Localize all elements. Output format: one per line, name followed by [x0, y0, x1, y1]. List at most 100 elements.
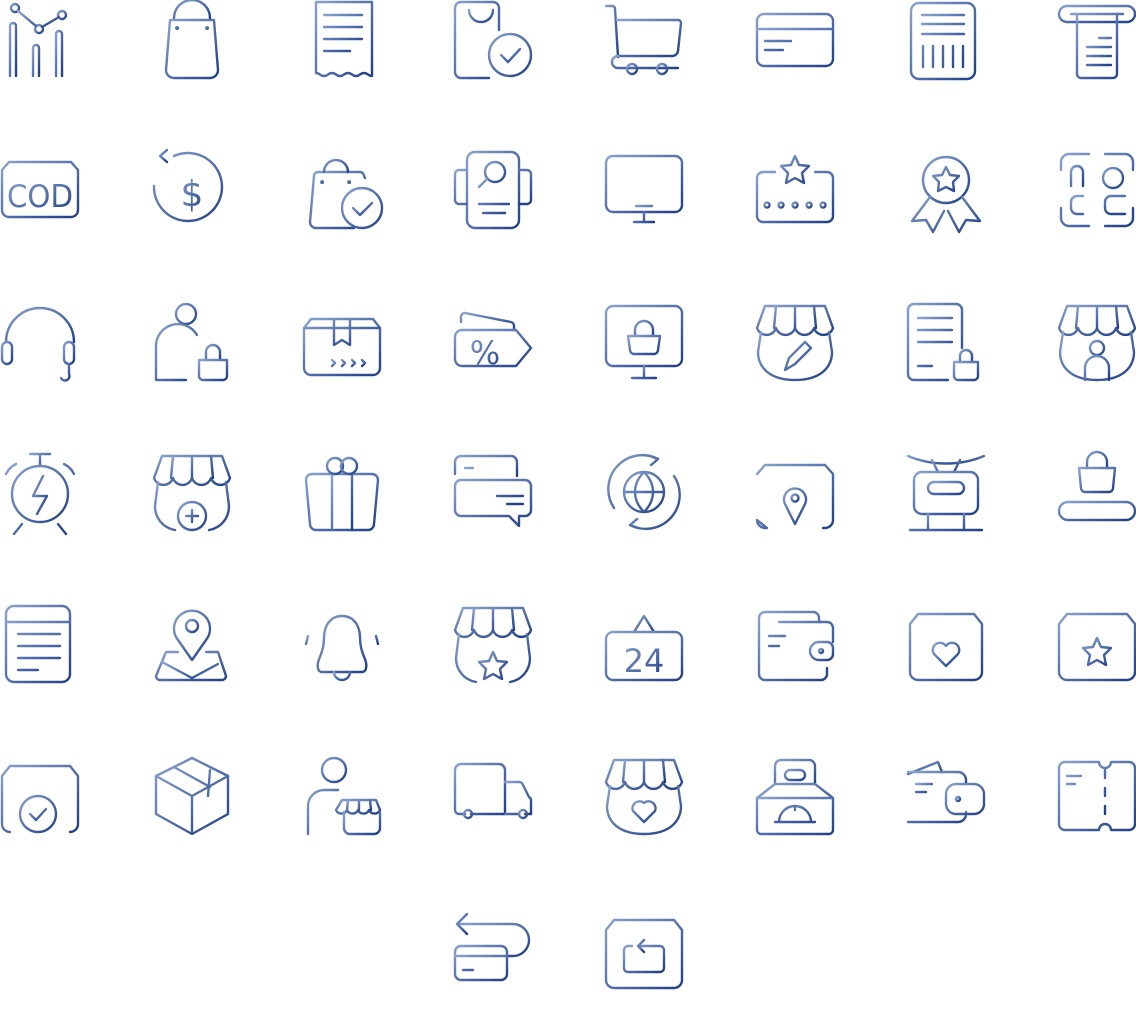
box-star-icon: Box star: [1057, 604, 1136, 684]
monitor-icon-graphic: [604, 154, 684, 224]
bell-icon-graphic: [304, 604, 380, 682]
notes-icon: Notes: [0, 604, 80, 684]
store-heart-icon-graphic: [604, 758, 684, 836]
shopping-bag-icon: Shopping bag: [152, 0, 232, 80]
notes-icon-graphic: [4, 604, 72, 684]
gift-icon-graphic: [304, 456, 380, 532]
map-pin-icon-graphic: [154, 609, 228, 682]
ticket-icon-graphic: [1057, 760, 1136, 832]
wallet-icon: Wallet: [755, 604, 835, 684]
store-user-icon-graphic: [1057, 304, 1136, 382]
document-basket-icon: Document basket: [906, 302, 986, 382]
qr-scan-icon: QR scan: [1057, 150, 1136, 230]
refund-dollar-icon-graphic: $: [152, 148, 224, 223]
shopping-bag-icon-graphic: [164, 0, 220, 80]
invoice-barcode-icon-graphic: [909, 1, 977, 81]
monitor-icon: Monitor: [604, 150, 684, 230]
svg-text:%: %: [470, 334, 500, 372]
delivery-truck-icon-graphic: [453, 762, 533, 830]
document-basket-icon-graphic: [906, 302, 980, 382]
headset-icon-graphic: [0, 306, 76, 382]
store-user-icon: Store user: [1057, 302, 1136, 382]
user-basket-icon: User basket: [152, 302, 232, 382]
store-add-icon: Store add: [152, 452, 232, 532]
box-star-icon-graphic: [1057, 612, 1136, 682]
weighing-scale-icon-graphic: [906, 454, 986, 532]
bell-icon: Notification bell: [302, 604, 382, 684]
shopping-cart-icon: Shopping cart: [604, 0, 684, 80]
ticket-icon: Ticket coupon: [1057, 756, 1136, 836]
svg-text:$: $: [181, 174, 204, 215]
refund-dollar-icon: $Refund dollar: [152, 148, 232, 230]
cardboard-box-icon: Cardboard box: [152, 756, 232, 836]
global-sync-icon-graphic: [607, 454, 681, 530]
receipt-printer-icon-graphic: [1057, 4, 1136, 80]
rating-password-icon: Rating card: [755, 150, 835, 230]
wallet-icon-graphic: [757, 610, 835, 682]
receipt-icon: Receipt: [302, 0, 382, 80]
shopping-cart-icon-graphic: [604, 4, 683, 76]
global-sync-icon: Global sync: [604, 452, 684, 532]
discount-tag-icon-graphic: %: [453, 311, 533, 372]
box-heart-icon-graphic: [908, 612, 984, 682]
rating-password-icon-graphic: [755, 154, 835, 224]
user-store-icon: User store: [302, 756, 382, 836]
wallet-flag-icon-graphic: [906, 756, 986, 836]
card-return-icon-graphic: [453, 912, 531, 982]
wallet-flag-icon: Wallet payment: [906, 756, 986, 836]
shopping-bag-check-icon-graphic: [308, 158, 384, 230]
box-heart-icon: Box heart: [906, 604, 986, 684]
svg-text:24: 24: [624, 642, 665, 680]
card-chat-icon: Card chat: [453, 452, 533, 532]
product-search-icon-graphic: [453, 150, 533, 230]
store-edit-icon: Store edit: [755, 302, 835, 382]
weighing-scale-icon: Weighing scale: [906, 452, 986, 532]
store-heart-icon: Store heart: [604, 756, 684, 836]
conveyor-basket-icon-graphic: [1057, 450, 1136, 522]
invoice-barcode-icon: Invoice barcode: [906, 0, 986, 81]
box-location-icon-graphic: [755, 463, 835, 530]
bag-check-icon-graphic: [453, 0, 533, 80]
package-delivery-icon-graphic: [302, 317, 382, 377]
cardboard-box-icon-graphic: [154, 756, 230, 836]
box-check-icon-graphic: [0, 764, 80, 834]
receipt-icon-graphic: [314, 0, 374, 78]
flash-alarm-icon: Flash sale alarm: [0, 452, 80, 536]
credit-card-icon-graphic: [755, 12, 835, 68]
card-chat-icon-graphic: [453, 454, 533, 528]
user-store-icon-graphic: [306, 756, 382, 836]
cod-icon-graphic: COD: [0, 160, 80, 219]
qr-scan-icon-graphic: [1059, 152, 1135, 228]
food-box-icon-graphic: [755, 758, 835, 836]
bag-check-icon: Bag with check: [453, 0, 533, 80]
shopping-bag-check-icon: Shopping bag check: [302, 150, 384, 230]
box-location-icon: Box location: [755, 452, 835, 532]
package-delivery-icon: Package delivery: [302, 302, 382, 382]
conveyor-basket-icon: Conveyor basket: [1057, 450, 1136, 532]
delivery-truck-icon: Delivery truck: [453, 756, 533, 836]
cod-icon: CODCOD: [0, 150, 80, 230]
map-pin-icon: Map location: [152, 604, 232, 684]
icon-sheet: Analytics chart Shopping bag Receipt Bag wi…: [0, 0, 1136, 990]
box-return-icon-graphic: [604, 918, 684, 990]
box-return-icon: Box return: [604, 910, 684, 990]
credit-card-icon: Credit card: [755, 0, 835, 80]
award-badge-icon: Award badge: [906, 150, 986, 234]
receipt-printer-icon: Receipt printer: [1057, 0, 1136, 80]
store-add-icon-graphic: [152, 454, 232, 532]
store-star-icon: Store favorite: [453, 604, 533, 684]
online-shop-monitor-icon: Online shop monitor: [604, 302, 684, 382]
svg-text:COD: COD: [7, 179, 73, 215]
store-edit-icon-graphic: [755, 304, 835, 382]
user-basket-icon-graphic: [154, 302, 229, 382]
open-24-icon-graphic: 24: [604, 614, 684, 682]
award-badge-icon-graphic: [910, 155, 982, 234]
food-box-icon: Food delivery box: [755, 756, 835, 836]
card-return-icon: Card return: [453, 910, 533, 990]
store-star-icon-graphic: [453, 606, 533, 684]
discount-tag-icon: %Discount tag: [453, 302, 533, 382]
gift-icon: Gift: [302, 452, 382, 532]
product-search-icon: Product search: [453, 150, 533, 230]
online-shop-monitor-icon-graphic: [604, 304, 684, 380]
flash-alarm-icon-graphic: [4, 452, 76, 536]
